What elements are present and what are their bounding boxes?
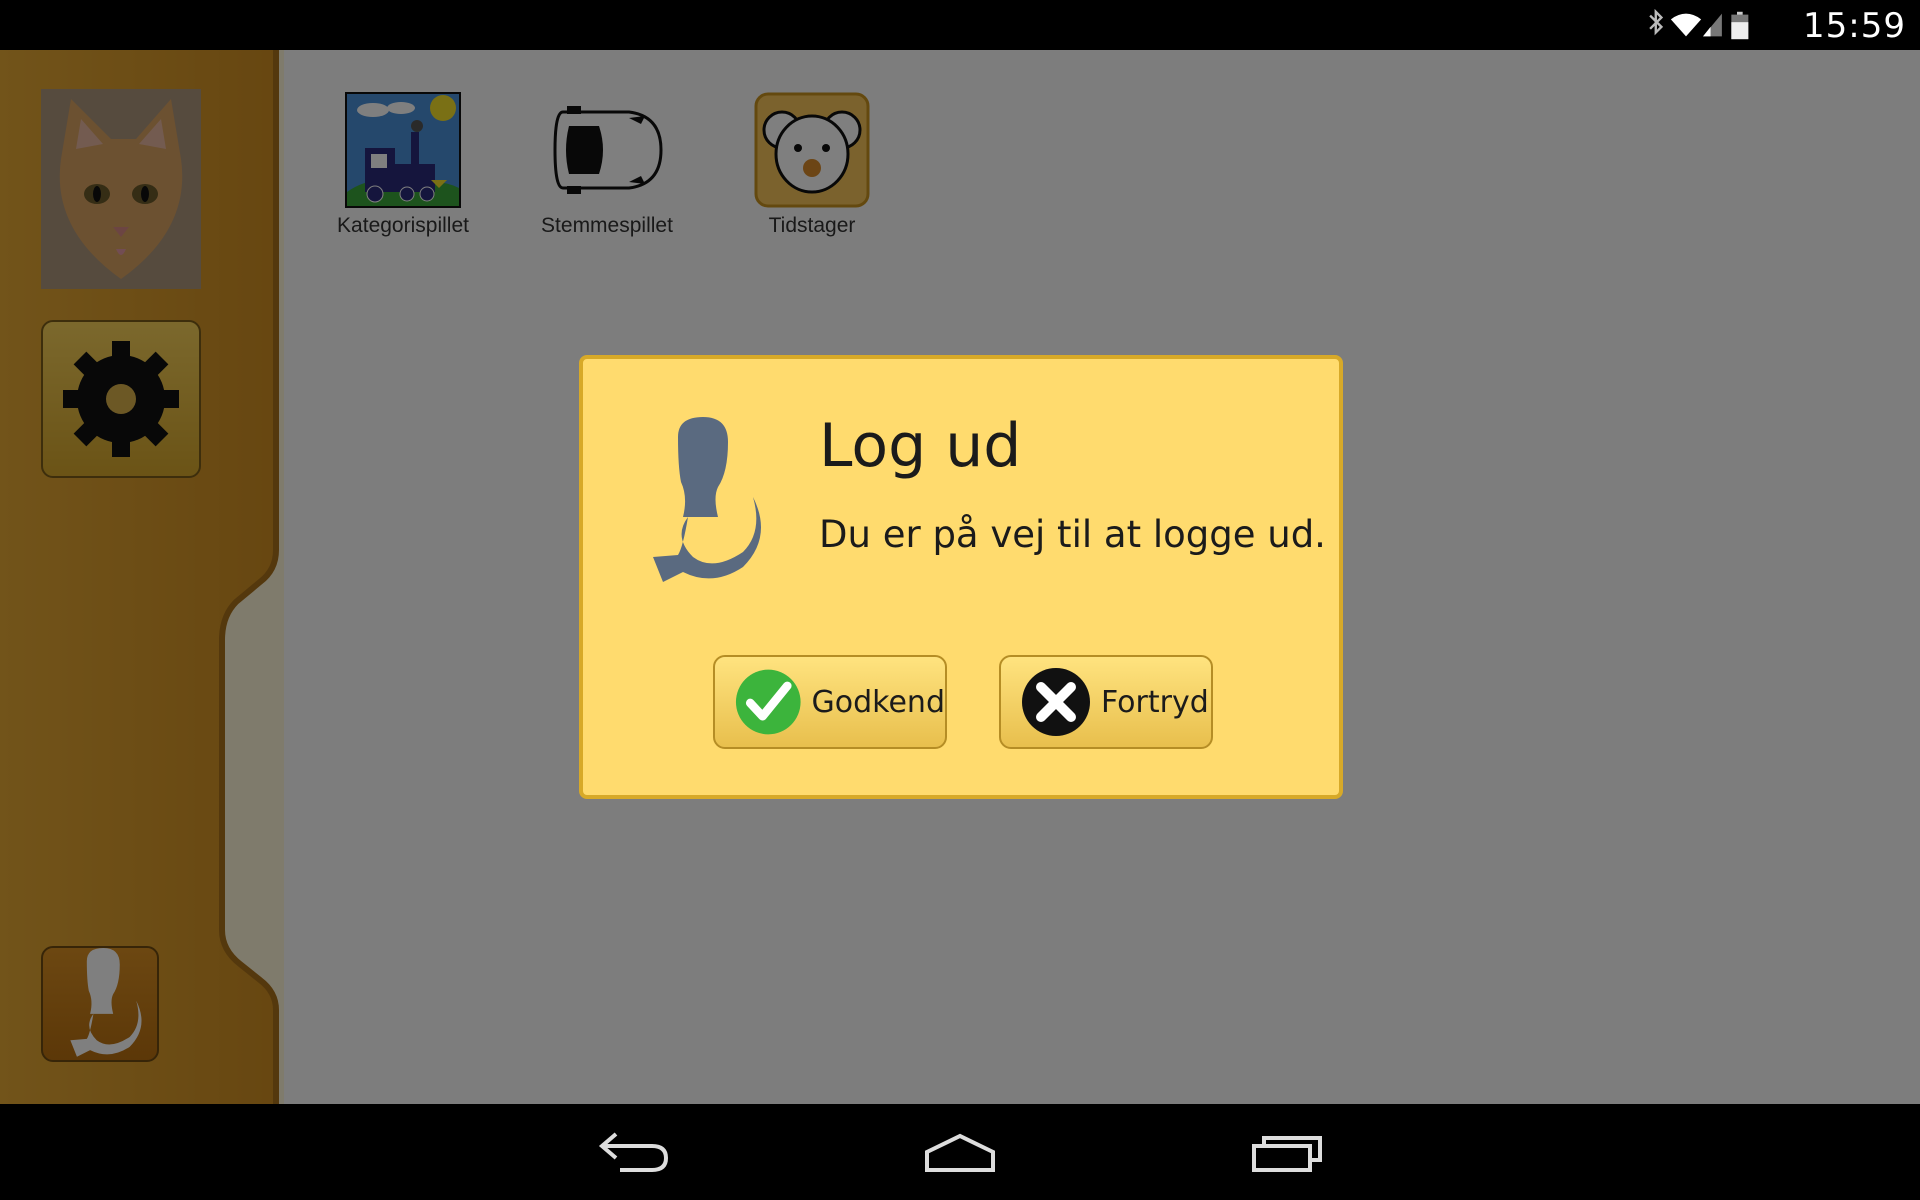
home-button[interactable] <box>915 1124 1005 1180</box>
clock: 15:59 <box>1803 6 1906 46</box>
launcher-screen: Kategorispillet Stemmespillet <box>0 50 1920 1104</box>
battery-icon <box>1731 11 1749 40</box>
checkmark-icon <box>735 669 801 735</box>
approve-button[interactable]: Godkend <box>713 655 947 749</box>
status-bar: 15:59 <box>0 0 1920 50</box>
bluetooth-icon <box>1649 8 1664 36</box>
home-icon <box>925 1133 995 1172</box>
cancel-label: Fortryd <box>1101 684 1209 720</box>
back-icon <box>598 1132 669 1172</box>
cancel-button[interactable]: Fortryd <box>999 655 1213 749</box>
logout-dialog: Log ud Du er på vej til at logge ud. God… <box>579 355 1343 799</box>
back-button[interactable] <box>590 1124 680 1180</box>
recent-apps-button[interactable] <box>1240 1124 1330 1180</box>
dialog-title: Log ud <box>819 411 1022 481</box>
signal-icon <box>1703 13 1722 37</box>
dialog-message: Du er på vej til at logge ud. <box>819 513 1326 556</box>
navigation-bar <box>0 1104 1920 1200</box>
status-icons <box>1649 8 1749 40</box>
wifi-icon <box>1670 13 1702 37</box>
recent-apps-icon <box>1252 1136 1322 1172</box>
approve-label: Godkend <box>811 684 945 720</box>
logout-icon <box>653 417 761 582</box>
close-icon <box>1022 668 1090 736</box>
